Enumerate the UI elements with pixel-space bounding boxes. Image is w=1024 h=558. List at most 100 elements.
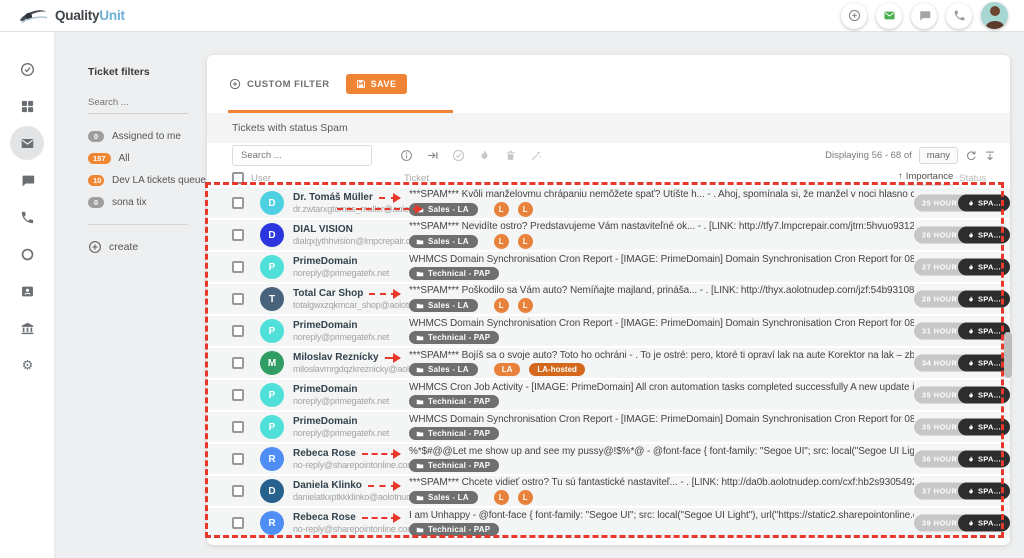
sidebar-item-tickets[interactable] [10,126,44,160]
user-name[interactable]: Miloslav Reznícky [293,352,379,363]
ticket-row[interactable]: M Miloslav Reznícky miloslavmrgdqzkrezni… [207,348,1010,380]
filter-item[interactable]: 0 Assigned to me [88,128,197,145]
user-name[interactable]: PrimeDomain [293,384,357,395]
sidebar-item-online-visitors[interactable] [10,237,44,271]
user-avatar[interactable] [981,2,1008,29]
column-header-status[interactable]: Status [959,173,986,184]
row-checkbox[interactable] [232,517,244,529]
tag-badge[interactable]: L [494,202,509,217]
row-checkbox[interactable] [232,453,244,465]
filter-item[interactable]: 0 sona tix [88,194,197,211]
ticket-subject[interactable]: WHMCS Domain Synchronisation Cron Report… [409,254,914,265]
sidebar-item-chats[interactable] [10,163,44,197]
ticket-row[interactable]: R Rebeca Rose no-reply@sharepointonline.… [207,444,1010,476]
importance-cell: 31 HOURS AG SPA... [914,316,1010,346]
ticket-row[interactable]: P PrimeDomain noreply@primegatefx.net WH… [207,316,1010,348]
user-name[interactable]: Rebeca Rose [293,512,356,523]
row-checkbox[interactable] [232,357,244,369]
filter-label: Assigned to me [112,131,181,142]
tag-badge[interactable]: L [518,202,533,217]
tag-badge[interactable]: L [518,234,533,249]
toolbar-delete-button[interactable] [504,149,517,162]
user-name[interactable]: PrimeDomain [293,320,357,331]
ticket-toolbar: Displaying 56 - 68 of many [207,143,1010,168]
top-email-button[interactable] [876,3,902,29]
column-header-user[interactable]: User [244,173,393,184]
ticket-row[interactable]: R Rebeca Rose no-reply@sharepointonline.… [207,508,1010,540]
tag-badge[interactable]: L [518,490,533,505]
ticket-row[interactable]: D Daniela Klinko danielatkxptkkklinko@ao… [207,476,1010,508]
user-name[interactable]: Total Car Shop [293,288,363,299]
main-sidebar [0,32,55,558]
row-checkbox[interactable] [232,197,244,209]
page-count-button[interactable]: many [919,147,958,164]
toolbar-spam-button[interactable] [478,149,491,162]
row-checkbox[interactable] [232,421,244,433]
row-checkbox[interactable] [232,229,244,241]
tag-badge[interactable]: LA [494,363,521,376]
user-name[interactable]: Dr. Tomáš Müller [293,192,373,203]
ticket-row[interactable]: D Dr. Tomáš Müller dr.zwtarxgtomas_mulle… [207,188,1010,220]
row-checkbox[interactable] [232,485,244,497]
row-checkbox[interactable] [232,293,244,305]
flame-icon [967,295,975,303]
ticket-subject[interactable]: WHMCS Domain Synchronisation Cron Report… [409,318,914,329]
toolbar-forward-button[interactable] [426,149,439,162]
ticket-row[interactable]: P PrimeDomain noreply@primegatefx.net WH… [207,252,1010,284]
tag-badge[interactable]: L [494,298,509,313]
save-button[interactable]: SAVE [346,74,407,94]
user-name[interactable]: Rebeca Rose [293,448,356,459]
tag-badge[interactable]: L [494,234,509,249]
user-name[interactable]: PrimeDomain [293,256,357,267]
tab-custom-filter[interactable]: CUSTOM FILTER [229,78,330,90]
ticket-row[interactable]: D DIAL VISION dialqxjythhvision@lmpcrepa… [207,220,1010,252]
toolbar-info-button[interactable] [400,149,413,162]
ticket-subject[interactable]: ***SPAM*** Chcete vidieť ostro? Tu sú fa… [409,477,914,488]
ticket-row[interactable]: P PrimeDomain noreply@primegatefx.net WH… [207,412,1010,444]
ticket-search-input[interactable] [232,145,372,166]
ticket-badges: Technical - PAP [409,395,914,408]
create-filter-button[interactable]: create [88,240,197,254]
ticket-subject[interactable]: ***SPAM*** Poškodilo sa Vám auto? Nemíňa… [409,285,914,296]
tag-badge[interactable]: L [494,490,509,505]
row-checkbox[interactable] [232,325,244,337]
sidebar-item-contacts[interactable] [10,274,44,308]
top-phone-button[interactable] [946,3,972,29]
ticket-subject[interactable]: ***SPAM*** Bojíš sa o svoje auto? Toto h… [409,350,914,361]
ticket-subject[interactable]: %*$#@@Let me show up and see my pussy@!$… [409,446,914,457]
ticket-subject[interactable]: WHMCS Cron Job Activity - [IMAGE: PrimeD… [409,382,914,393]
folder-icon [416,526,424,534]
filter-item[interactable]: 10 Dev LA tickets queue • [88,172,197,189]
filter-item[interactable]: 197 All [88,150,197,167]
ticket-subject[interactable]: I am Unhappy - @font-face { font-family:… [409,510,914,521]
sidebar-item-settings[interactable] [10,348,44,382]
sidebar-item-companies[interactable] [10,311,44,345]
user-name[interactable]: PrimeDomain [293,416,357,427]
scrollbar-thumb[interactable] [1004,332,1012,378]
department-badge: Technical - PAP [409,395,499,408]
tag-badge[interactable]: L [518,298,533,313]
ticket-subject[interactable]: WHMCS Domain Synchronisation Cron Report… [409,414,914,425]
sidebar-item-dashboard[interactable] [10,89,44,123]
tag-badge[interactable]: LA-hosted [529,363,585,376]
user-name[interactable]: DIAL VISION [293,224,353,235]
toolbar-merge-button[interactable] [530,149,543,162]
column-header-importance[interactable]: ↑ Importance [898,171,953,186]
ticket-subject[interactable]: ***SPAM*** Nevidíte ostro? Predstavujeme… [409,221,914,232]
top-chat-button[interactable] [911,3,937,29]
top-add-button[interactable] [841,3,867,29]
ticket-subject[interactable]: ***SPAM*** Kvôli manželovmu chrápaniu ne… [409,189,914,200]
export-icon[interactable] [984,150,996,162]
ticket-row[interactable]: T Total Car Shop totalgwxzqkmcar_shop@ao… [207,284,1010,316]
row-checkbox[interactable] [232,389,244,401]
sidebar-item-calls[interactable] [10,200,44,234]
select-all-checkbox[interactable] [232,172,244,184]
user-name[interactable]: Daniela Klinko [293,480,362,491]
sidebar-item-to-solve[interactable] [10,52,44,86]
ticket-row[interactable]: P PrimeDomain noreply@primegatefx.net WH… [207,380,1010,412]
refresh-icon[interactable] [965,150,977,162]
filters-search-input[interactable] [88,95,188,114]
column-header-ticket[interactable]: Ticket [393,173,898,184]
row-checkbox[interactable] [232,261,244,273]
toolbar-resolve-button[interactable] [452,149,465,162]
